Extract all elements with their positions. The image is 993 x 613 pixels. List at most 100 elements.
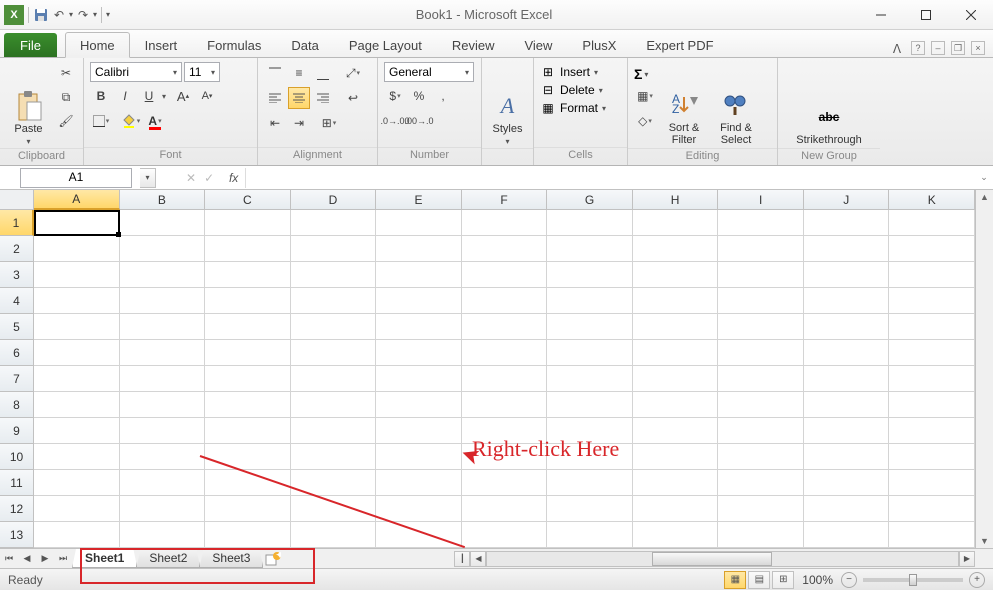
cell[interactable]: [462, 444, 548, 470]
cell[interactable]: [633, 314, 719, 340]
cell[interactable]: [34, 522, 120, 548]
sheet-tab-sheet3[interactable]: Sheet3: [199, 549, 263, 568]
cell[interactable]: [889, 366, 975, 392]
cell[interactable]: [120, 314, 206, 340]
cell[interactable]: [718, 496, 804, 522]
cell[interactable]: [291, 392, 377, 418]
cell[interactable]: [889, 210, 975, 236]
align-bottom-icon[interactable]: ⎽: [312, 62, 334, 84]
cell[interactable]: [34, 236, 120, 262]
new-sheet-icon[interactable]: ✦: [262, 550, 284, 568]
cell[interactable]: [205, 340, 291, 366]
cell[interactable]: [205, 496, 291, 522]
cell[interactable]: [376, 210, 462, 236]
wrap-text-icon[interactable]: ↩: [342, 87, 364, 109]
cell[interactable]: [34, 340, 120, 366]
column-header[interactable]: C: [205, 190, 291, 210]
cell[interactable]: [120, 210, 206, 236]
nav-next-icon[interactable]: ▶: [36, 550, 54, 568]
cell[interactable]: [376, 366, 462, 392]
cell[interactable]: [291, 340, 377, 366]
cell[interactable]: [547, 470, 633, 496]
cell[interactable]: [889, 470, 975, 496]
cell[interactable]: [889, 236, 975, 262]
cell[interactable]: [34, 314, 120, 340]
cell[interactable]: [633, 418, 719, 444]
cell[interactable]: [462, 496, 548, 522]
strikethrough-button[interactable]: abc Strikethrough: [784, 62, 874, 146]
active-cell[interactable]: [34, 210, 120, 236]
cell[interactable]: [376, 340, 462, 366]
cell[interactable]: [205, 392, 291, 418]
close-button[interactable]: [948, 0, 993, 30]
bold-button[interactable]: B: [90, 85, 112, 107]
file-tab[interactable]: File: [4, 33, 57, 57]
cell[interactable]: [205, 262, 291, 288]
select-all-corner[interactable]: [0, 190, 34, 210]
cell[interactable]: [291, 444, 377, 470]
cell[interactable]: [205, 314, 291, 340]
cut-icon[interactable]: ✂: [55, 62, 77, 84]
cell[interactable]: [120, 470, 206, 496]
cell[interactable]: [804, 366, 890, 392]
decrease-decimal-icon[interactable]: .00→.0: [408, 110, 430, 132]
cell[interactable]: [718, 392, 804, 418]
column-header[interactable]: A: [34, 190, 120, 210]
cell[interactable]: [462, 366, 548, 392]
cell[interactable]: [291, 470, 377, 496]
name-box[interactable]: A1: [20, 168, 132, 188]
cell[interactable]: [291, 366, 377, 392]
cell[interactable]: [205, 210, 291, 236]
font-name-combo[interactable]: Calibri▾: [90, 62, 182, 82]
cell[interactable]: [205, 444, 291, 470]
cell[interactable]: [718, 340, 804, 366]
find-select-button[interactable]: Find & Select: [712, 62, 760, 146]
cell[interactable]: [718, 314, 804, 340]
tab-expert-pdf[interactable]: Expert PDF: [631, 32, 728, 57]
row-header[interactable]: 12: [0, 496, 34, 522]
cell[interactable]: [633, 444, 719, 470]
cell[interactable]: [547, 288, 633, 314]
cells-area[interactable]: [34, 210, 975, 548]
cell[interactable]: [718, 470, 804, 496]
borders-button[interactable]: [90, 110, 112, 132]
autosum-button[interactable]: Σ▾: [634, 66, 656, 82]
cell[interactable]: [120, 366, 206, 392]
cell[interactable]: [291, 288, 377, 314]
cell[interactable]: [120, 392, 206, 418]
nav-first-icon[interactable]: ⏮: [0, 550, 18, 568]
decrease-indent-icon[interactable]: ⇤: [264, 112, 286, 134]
cell[interactable]: [633, 470, 719, 496]
hscroll-thumb[interactable]: [652, 552, 772, 566]
cell[interactable]: [889, 288, 975, 314]
cell[interactable]: [547, 366, 633, 392]
cell[interactable]: [718, 288, 804, 314]
cell[interactable]: [376, 522, 462, 548]
fill-handle[interactable]: [116, 232, 121, 237]
cell[interactable]: [376, 444, 462, 470]
cell[interactable]: [547, 522, 633, 548]
copy-icon[interactable]: ⧉: [55, 86, 77, 108]
cell[interactable]: [633, 288, 719, 314]
number-format-combo[interactable]: General▾: [384, 62, 474, 82]
cell[interactable]: [547, 496, 633, 522]
tab-insert[interactable]: Insert: [130, 32, 193, 57]
cell[interactable]: [34, 392, 120, 418]
cell[interactable]: [462, 288, 548, 314]
minimize-button[interactable]: [858, 0, 903, 30]
row-header[interactable]: 8: [0, 392, 34, 418]
insert-button[interactable]: ⊞Insert▾: [540, 64, 621, 80]
row-header[interactable]: 3: [0, 262, 34, 288]
cell[interactable]: [547, 418, 633, 444]
cell[interactable]: [547, 210, 633, 236]
accounting-format-icon[interactable]: $: [384, 85, 406, 107]
cell[interactable]: [633, 366, 719, 392]
column-header[interactable]: K: [889, 190, 975, 210]
cell[interactable]: [291, 418, 377, 444]
cell[interactable]: [804, 392, 890, 418]
cell[interactable]: [804, 418, 890, 444]
cell[interactable]: [462, 470, 548, 496]
cell[interactable]: [718, 210, 804, 236]
cell[interactable]: [291, 522, 377, 548]
cell[interactable]: [120, 262, 206, 288]
